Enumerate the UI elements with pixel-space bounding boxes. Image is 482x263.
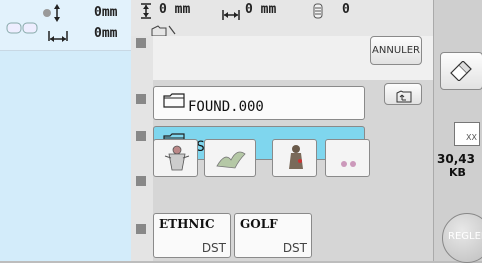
bird-icon: [215, 146, 247, 176]
design-format: DST: [282, 241, 307, 255]
scroll-strip: [131, 36, 153, 261]
memory-chip-label: XX: [466, 133, 477, 142]
design-thumbnail-ethnic[interactable]: [153, 139, 198, 177]
design-card-golf[interactable]: GOLF DST: [234, 213, 312, 258]
stitch-count-icon: [313, 3, 323, 23]
set-label: REGLER: [448, 231, 482, 242]
file-browser: 0 mm 0 mm 0 ANNULER FOUND.000 ETHNIC DST…: [131, 0, 433, 261]
design-name: GOLF: [240, 217, 278, 231]
design-name: ETHNIC: [159, 217, 215, 231]
top-width-value: 0 mm: [245, 2, 277, 17]
width-value: 0mm: [94, 26, 118, 41]
strip-marker: [136, 176, 146, 186]
angel-icon: [164, 144, 190, 176]
cancel-label: ANNULER: [372, 45, 420, 56]
design-format: DST: [201, 241, 226, 255]
erase-button[interactable]: [440, 52, 482, 90]
folder-label: FOUND.000: [188, 99, 264, 115]
strip-marker: [136, 94, 146, 104]
parent-folder-button[interactable]: [384, 83, 422, 105]
design-thumbnail-small[interactable]: [325, 139, 370, 177]
width-icon: [222, 6, 240, 25]
memory-chip-icon: XX: [454, 122, 480, 146]
memory-value: 30,43: [437, 152, 475, 166]
pattern-icon: [340, 154, 358, 173]
height-value: 0mm: [94, 5, 118, 20]
cancel-button[interactable]: ANNULER: [370, 36, 422, 65]
size-info-area: 0mm 0mm: [0, 0, 131, 51]
memory-unit: KB: [449, 166, 466, 179]
strip-marker: [136, 131, 146, 141]
strip-marker: [136, 224, 146, 234]
folder-icon: [163, 93, 185, 112]
hoop-icon: [6, 20, 40, 40]
design-thumbnail-golf[interactable]: [204, 139, 256, 177]
design-card-ethnic[interactable]: ETHNIC DST: [153, 213, 231, 258]
preview-panel: 0mm 0mm: [0, 0, 131, 261]
height-arrow-icon: [42, 4, 64, 26]
dog-icon: [285, 143, 307, 177]
stitch-count-value: 0: [342, 2, 350, 17]
folder-row-found[interactable]: FOUND.000: [153, 86, 365, 120]
folder-up-icon: [396, 88, 412, 107]
width-arrow-icon: [48, 28, 68, 47]
stats-bar: 0 mm 0 mm 0: [131, 0, 433, 37]
action-panel: XX 30,43 KB REGLER: [433, 0, 482, 263]
top-height-value: 0 mm: [159, 2, 191, 17]
eraser-icon: [449, 60, 473, 85]
embroidery-screen: 0mm 0mm 0 mm 0 mm 0 ANNULER FOUND.000 ET…: [0, 0, 482, 263]
strip-marker: [136, 38, 146, 48]
set-button[interactable]: REGLER: [442, 213, 482, 263]
design-thumbnail-dog[interactable]: [272, 139, 317, 177]
height-icon: [140, 3, 152, 23]
